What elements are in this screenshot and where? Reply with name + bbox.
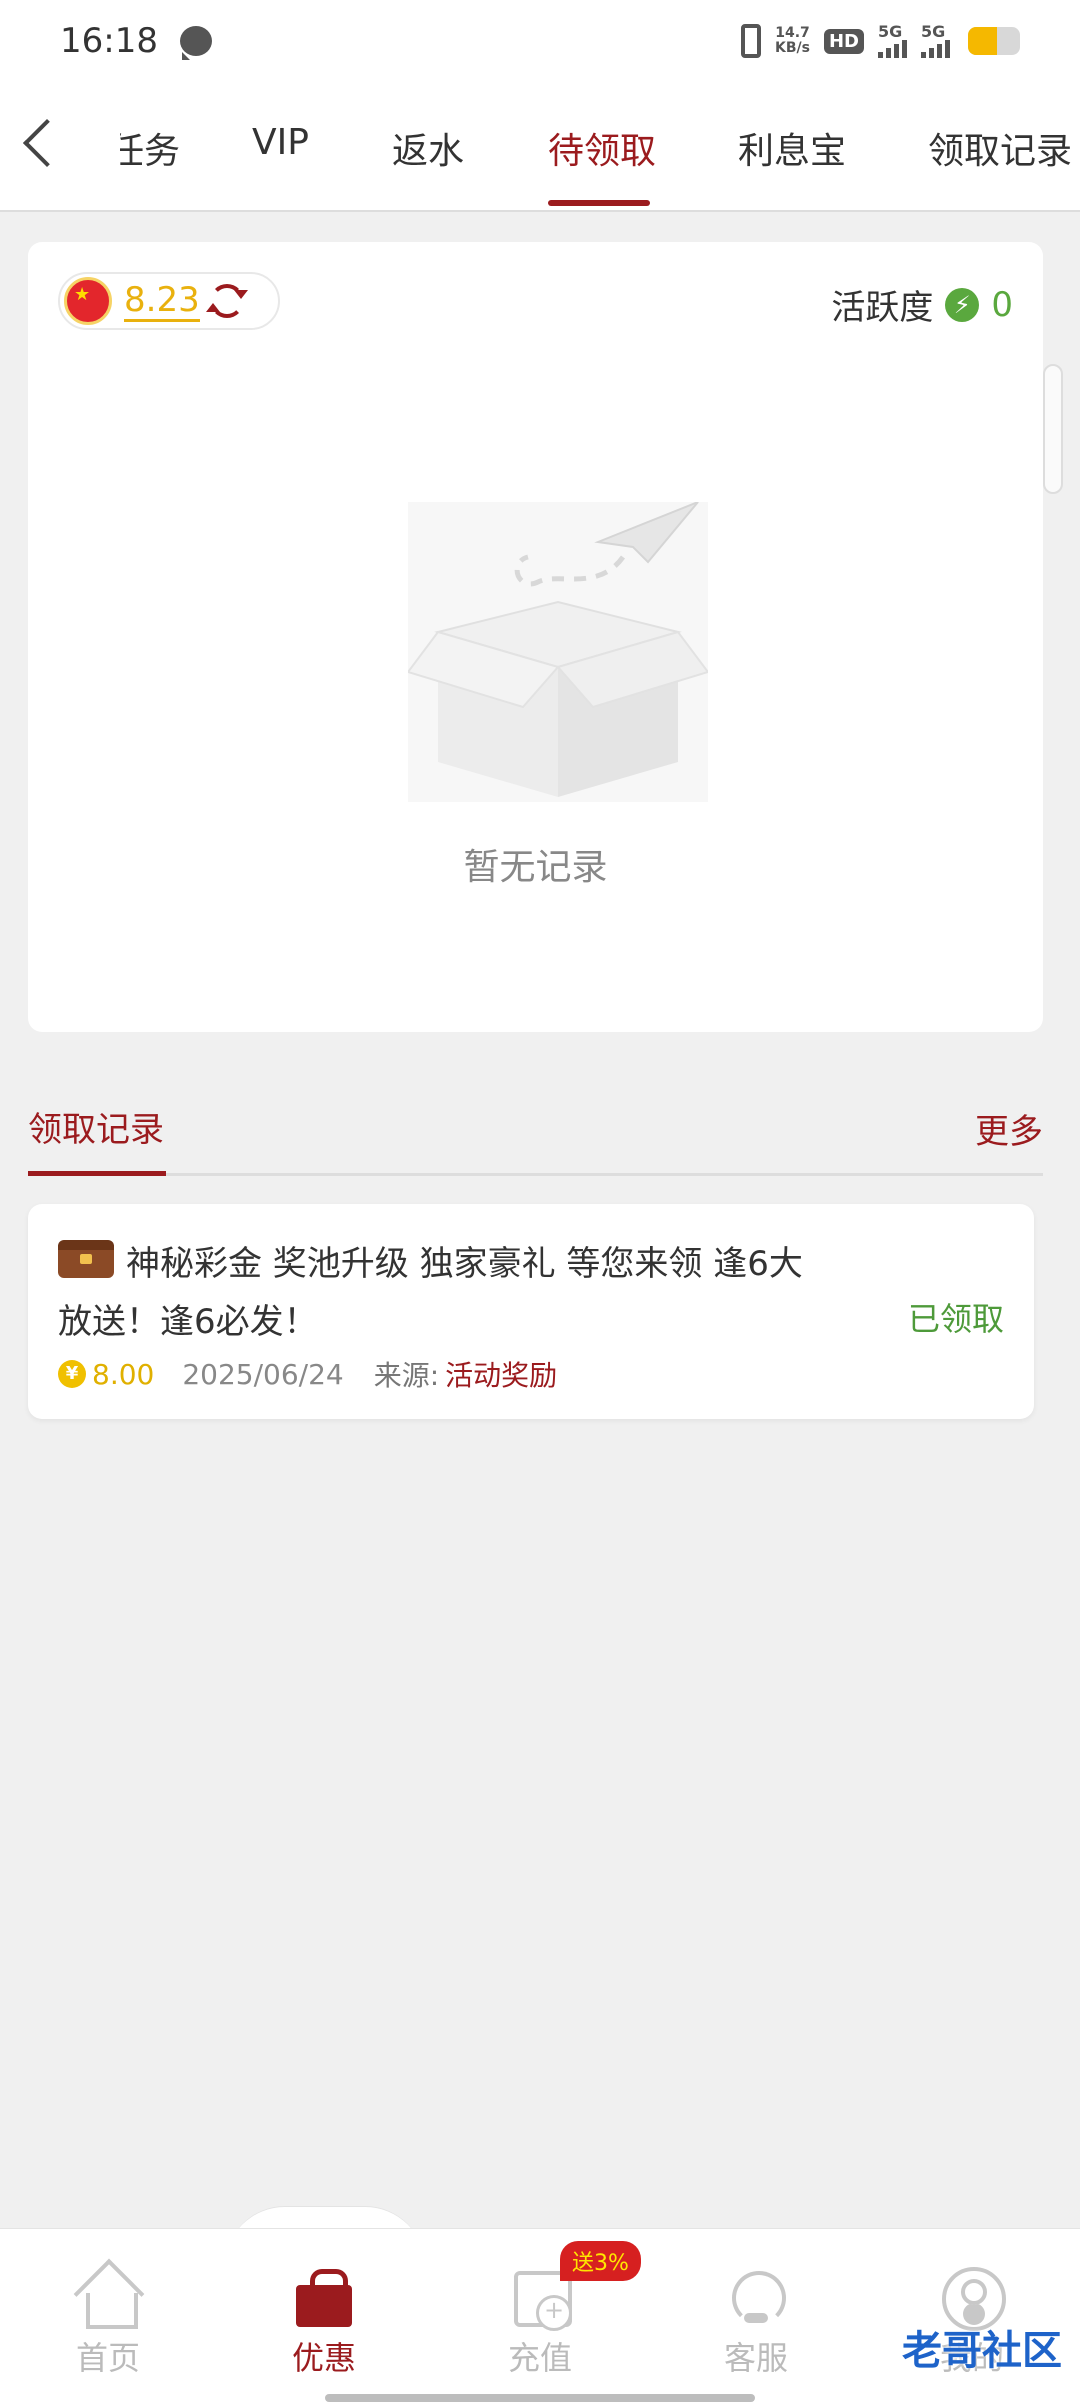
tab-tasks[interactable]: 任务 bbox=[120, 122, 180, 174]
record-meta: ¥ 8.00 2025/06/24 来源: 活动奖励 bbox=[58, 1354, 557, 1394]
activity-indicator: 活跃度 ⚡ 0 bbox=[831, 280, 1013, 329]
page: 16:18 14.7 KB/s HD 5G 5G 任务 VIP 返水 待领取 利… bbox=[0, 0, 1080, 2408]
gift-icon bbox=[292, 2267, 356, 2327]
record-status: 已领取 bbox=[907, 1300, 1004, 1338]
tab-claim-records[interactable]: 领取记录 bbox=[928, 122, 1072, 174]
record-title-line2: 放送！逢6必发！ bbox=[58, 1302, 318, 1342]
vibrate-icon bbox=[741, 24, 762, 58]
yuan-coin-icon: ¥ bbox=[58, 1360, 86, 1388]
back-arrow-icon[interactable] bbox=[22, 118, 72, 168]
top-tab-bar: 任务 VIP 返水 待领取 利息宝 领取记录 bbox=[0, 82, 1080, 212]
net-speed-unit: KB/s bbox=[775, 40, 810, 56]
lightning-icon: ⚡ bbox=[945, 287, 980, 322]
nav-promotions[interactable]: 优惠 bbox=[254, 2267, 394, 2379]
claim-records-title-underline bbox=[28, 1171, 166, 1176]
claim-records-title[interactable]: 领取记录 bbox=[28, 1102, 164, 1151]
signal-icon-sim2: 5G bbox=[921, 22, 950, 58]
nav-home[interactable]: 首页 bbox=[38, 2267, 178, 2379]
record-date: 2025/06/24 bbox=[182, 1357, 344, 1391]
sim2-label: 5G bbox=[921, 22, 946, 41]
china-flag-icon bbox=[64, 277, 112, 325]
status-indicators: 14.7 KB/s HD 5G 5G bbox=[741, 22, 1020, 58]
more-link[interactable]: 更多 bbox=[975, 1104, 1043, 1153]
record-title-line1: 神秘彩金 奖池升级 独家豪礼 等您来领 逢6大 bbox=[126, 1244, 803, 1284]
home-indicator[interactable] bbox=[325, 2394, 755, 2402]
tab-rebate[interactable]: 返水 bbox=[392, 122, 464, 174]
home-icon bbox=[76, 2267, 140, 2329]
claim-records-header: 领取记录 更多 bbox=[28, 1080, 1043, 1176]
nav-recharge[interactable]: 充值 bbox=[470, 2267, 610, 2379]
battery-icon bbox=[968, 27, 1020, 55]
record-source-label: 来源: bbox=[373, 1359, 440, 1392]
tab-pending-claim[interactable]: 待领取 bbox=[548, 122, 656, 174]
nav-promotions-label: 优惠 bbox=[291, 2339, 356, 2377]
sim1-label: 5G bbox=[878, 22, 903, 41]
empty-box-illustration bbox=[408, 502, 708, 802]
treasure-chest-icon bbox=[58, 1240, 114, 1278]
nav-service-label: 客服 bbox=[723, 2339, 788, 2377]
signal-icon-sim1: 5G bbox=[878, 22, 907, 58]
list-item[interactable]: 神秘彩金 奖池升级 独家豪礼 等您来领 逢6大 放送！逢6必发！ 已领取 ¥ 8… bbox=[28, 1204, 1034, 1419]
message-icon bbox=[179, 26, 212, 60]
record-amount: 8.00 bbox=[92, 1357, 155, 1391]
battery-fill bbox=[968, 27, 997, 55]
tab-vip[interactable]: VIP bbox=[252, 122, 309, 163]
activity-label: 活跃度 bbox=[831, 288, 934, 328]
recharge-bonus-badge: 送3% bbox=[560, 2241, 641, 2281]
status-bar: 16:18 14.7 KB/s HD 5G 5G bbox=[0, 0, 1080, 82]
headset-icon bbox=[724, 2267, 788, 2327]
active-tab-indicator bbox=[548, 200, 650, 206]
nav-recharge-label: 充值 bbox=[507, 2339, 572, 2377]
pending-claim-card: 8.23 活跃度 ⚡ 0 暂无记录 bbox=[28, 242, 1063, 1032]
net-speed-value: 14.7 bbox=[775, 25, 810, 41]
empty-state-text: 暂无记录 bbox=[463, 847, 608, 888]
tab-interest[interactable]: 利息宝 bbox=[738, 122, 846, 174]
hd-icon: HD bbox=[823, 28, 864, 54]
scrollbar-thumb[interactable] bbox=[1043, 364, 1063, 494]
nav-service[interactable]: 客服 bbox=[686, 2267, 826, 2379]
balance-pill: 8.23 bbox=[58, 272, 280, 330]
net-speed: 14.7 KB/s bbox=[775, 26, 810, 56]
refresh-icon[interactable] bbox=[205, 284, 248, 318]
watermark-logo: 老哥社区 bbox=[902, 2328, 1062, 2374]
balance-value: 8.23 bbox=[124, 279, 200, 322]
status-time: 16:18 bbox=[60, 21, 158, 61]
record-source: 活动奖励 bbox=[445, 1359, 558, 1392]
activity-value: 0 bbox=[991, 284, 1013, 325]
nav-home-label: 首页 bbox=[75, 2339, 140, 2377]
